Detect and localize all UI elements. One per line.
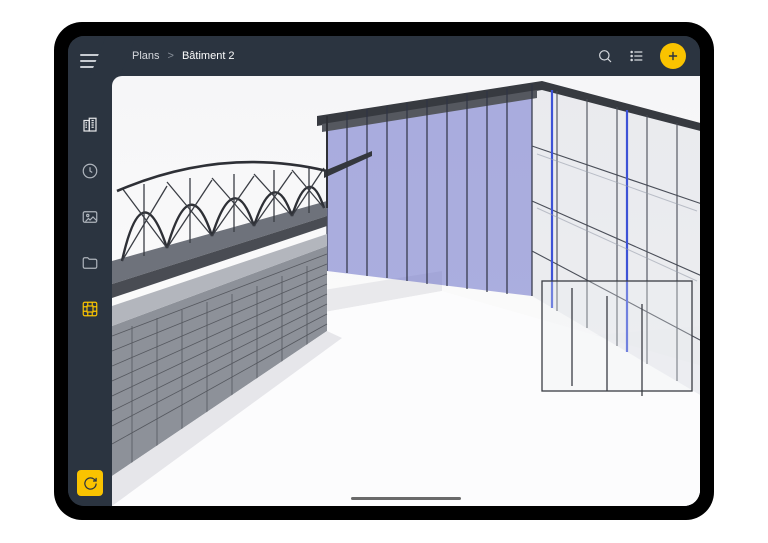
breadcrumb-current[interactable]: Bâtiment 2 (182, 50, 235, 62)
search-icon (597, 48, 613, 64)
building-model (112, 76, 700, 506)
sidebar-nav (79, 114, 101, 320)
sidebar-item-bim[interactable] (79, 298, 101, 320)
sidebar-item-history[interactable] (79, 160, 101, 182)
refresh-icon (83, 476, 98, 491)
sidebar-item-files[interactable] (79, 252, 101, 274)
list-view-button[interactable] (628, 47, 646, 65)
app-screen: Plans > Bâtiment 2 (68, 36, 700, 506)
breadcrumb: Plans > Bâtiment 2 (132, 50, 235, 62)
list-icon (629, 48, 645, 64)
sidebar (68, 36, 112, 506)
breadcrumb-root[interactable]: Plans (132, 50, 160, 62)
search-button[interactable] (596, 47, 614, 65)
bim-icon (81, 300, 99, 318)
tablet-frame: Plans > Bâtiment 2 (54, 22, 714, 520)
buildings-icon (81, 116, 99, 134)
image-icon (81, 208, 99, 226)
3d-viewport[interactable] (112, 76, 700, 506)
chevron-right-icon: > (168, 50, 174, 62)
add-button[interactable] (660, 43, 686, 69)
clock-icon (81, 162, 99, 180)
main-area: Plans > Bâtiment 2 (112, 36, 700, 506)
home-indicator (351, 497, 461, 500)
sidebar-item-buildings[interactable] (79, 114, 101, 136)
folder-icon (81, 254, 99, 272)
plus-icon (666, 49, 680, 63)
sidebar-item-photos[interactable] (79, 206, 101, 228)
refresh-button[interactable] (77, 470, 103, 496)
topbar: Plans > Bâtiment 2 (112, 36, 700, 76)
